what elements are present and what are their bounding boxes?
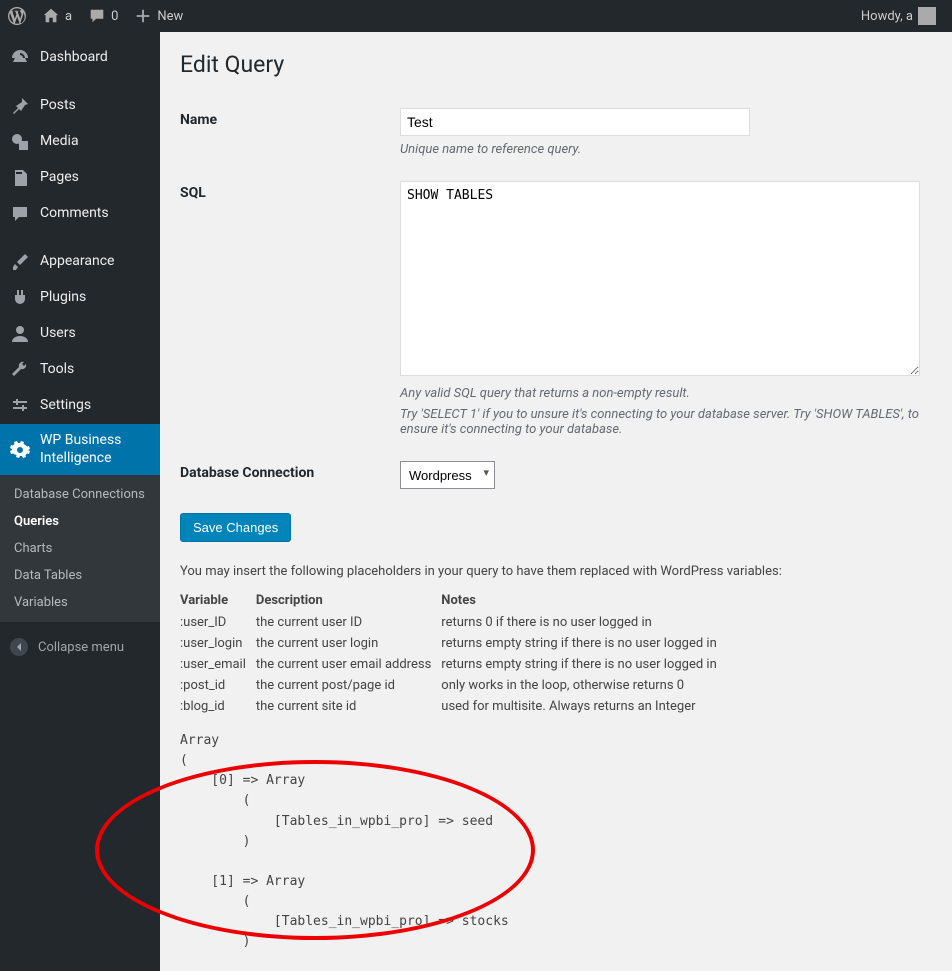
- table-row: :user_email the current user email addre…: [180, 654, 727, 675]
- site-name-menu[interactable]: a: [34, 0, 80, 32]
- user-icon: [10, 324, 30, 344]
- admin-toolbar: a 0 New Howdy, a: [0, 0, 952, 32]
- sql-textarea[interactable]: [400, 181, 920, 376]
- placeholders-intro: You may insert the following placeholder…: [180, 564, 932, 579]
- pages-icon: [10, 168, 30, 188]
- sidebar-item-dashboard[interactable]: Dashboard: [0, 40, 160, 76]
- howdy-text: Howdy, a: [861, 9, 913, 24]
- table-row: :blog_id the current site id used for mu…: [180, 696, 727, 717]
- vars-th-description: Description: [256, 589, 441, 612]
- sql-label: SQL: [180, 181, 400, 201]
- sidebar-item-tools[interactable]: Tools: [0, 352, 160, 388]
- sql-hint-1: Any valid SQL query that returns a non-e…: [400, 386, 920, 401]
- sidebar-item-label: Tools: [40, 361, 74, 379]
- sidebar-item-wp-business-intelligence[interactable]: WP Business Intelligence: [0, 424, 160, 475]
- sql-hint-2: Try 'SELECT 1' if you to unsure it's con…: [400, 407, 920, 437]
- sidebar-item-media[interactable]: Media: [0, 124, 160, 160]
- comments-icon: [88, 7, 106, 25]
- admin-sidebar: Dashboard Posts Media Pages Comments App…: [0, 32, 160, 971]
- vars-th-notes: Notes: [441, 589, 726, 612]
- comments-menu[interactable]: 0: [80, 0, 126, 32]
- collapse-icon: [10, 638, 28, 656]
- sidebar-item-posts[interactable]: Posts: [0, 88, 160, 124]
- sidebar-item-users[interactable]: Users: [0, 316, 160, 352]
- pin-icon: [10, 96, 30, 116]
- collapse-label: Collapse menu: [38, 640, 124, 655]
- new-content-menu[interactable]: New: [126, 0, 191, 32]
- sidebar-item-label: Posts: [40, 97, 76, 115]
- sidebar-item-label: Settings: [40, 397, 91, 415]
- sidebar-item-comments[interactable]: Comments: [0, 196, 160, 232]
- account-menu[interactable]: Howdy, a: [853, 0, 944, 32]
- comments-count: 0: [111, 9, 118, 24]
- sidebar-item-label: Plugins: [40, 289, 86, 307]
- db-label: Database Connection: [180, 461, 400, 481]
- sidebar-item-label: Dashboard: [40, 49, 108, 67]
- page-title: Edit Query: [180, 42, 932, 96]
- query-output: Array ( [0] => Array ( [Tables_in_wpbi_p…: [180, 731, 932, 953]
- sidebar-subitem-queries[interactable]: Queries: [0, 508, 160, 535]
- new-content-label: New: [157, 9, 183, 24]
- main-content: Edit Query Name Unique name to reference…: [160, 32, 952, 971]
- table-row: :post_id the current post/page id only w…: [180, 675, 727, 696]
- sidebar-item-plugins[interactable]: Plugins: [0, 280, 160, 316]
- wp-logo-menu[interactable]: [0, 0, 34, 32]
- sidebar-subitem-data-tables[interactable]: Data Tables: [0, 562, 160, 589]
- table-row: :user_ID the current user ID returns 0 i…: [180, 612, 727, 633]
- form-row-db: Database Connection Wordpress: [180, 449, 932, 501]
- media-icon: [10, 132, 30, 152]
- sidebar-item-pages[interactable]: Pages: [0, 160, 160, 196]
- form-row-name: Name Unique name to reference query.: [180, 96, 932, 169]
- sliders-icon: [10, 396, 30, 416]
- dashboard-icon: [10, 48, 30, 68]
- wordpress-icon: [8, 7, 26, 25]
- home-icon: [42, 7, 60, 25]
- variables-table: Variable Description Notes :user_ID the …: [180, 589, 727, 717]
- sidebar-subitem-database-connections[interactable]: Database Connections: [0, 481, 160, 508]
- sidebar-item-label: Media: [40, 133, 79, 151]
- avatar: [918, 7, 936, 25]
- sidebar-item-label: Comments: [40, 205, 109, 223]
- sidebar-item-label: Users: [40, 325, 76, 343]
- sidebar-item-label: WP Business Intelligence: [40, 432, 152, 467]
- table-row: :user_login the current user login retur…: [180, 633, 727, 654]
- sidebar-subitem-variables[interactable]: Variables: [0, 589, 160, 616]
- form-row-sql: SQL Any valid SQL query that returns a n…: [180, 169, 932, 449]
- gear-icon: [10, 440, 30, 460]
- name-hint: Unique name to reference query.: [400, 142, 920, 157]
- name-label: Name: [180, 108, 400, 128]
- site-name-text: a: [65, 9, 72, 24]
- brush-icon: [10, 252, 30, 272]
- vars-th-variable: Variable: [180, 589, 256, 612]
- sidebar-item-appearance[interactable]: Appearance: [0, 244, 160, 280]
- wrench-icon: [10, 360, 30, 380]
- plugin-icon: [10, 288, 30, 308]
- sidebar-item-label: Appearance: [40, 253, 114, 271]
- sidebar-item-settings[interactable]: Settings: [0, 388, 160, 424]
- comment-icon: [10, 204, 30, 224]
- collapse-menu-button[interactable]: Collapse menu: [0, 628, 160, 666]
- db-connection-select[interactable]: Wordpress: [400, 461, 495, 489]
- sidebar-subitem-charts[interactable]: Charts: [0, 535, 160, 562]
- sidebar-submenu: Database Connections Queries Charts Data…: [0, 475, 160, 622]
- sidebar-item-label: Pages: [40, 169, 79, 187]
- name-input[interactable]: [400, 108, 750, 136]
- save-changes-button[interactable]: Save Changes: [180, 513, 291, 542]
- plus-icon: [134, 7, 152, 25]
